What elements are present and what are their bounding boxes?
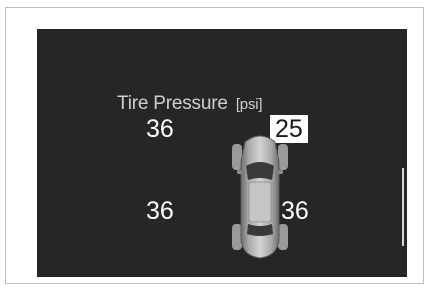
- scrollbar[interactable]: [402, 168, 404, 246]
- unit-label: [psi]: [235, 96, 263, 113]
- car-top-view-icon: [232, 135, 288, 259]
- rear-left-pressure: 36: [146, 197, 174, 225]
- title-label: Tire Pressure: [117, 93, 228, 114]
- front-left-pressure: 36: [146, 115, 174, 143]
- tire-pressure-screen: Tire Pressure [psi] 36 25 36 36: [37, 29, 407, 277]
- screen-title: Tire Pressure [psi]: [117, 93, 263, 115]
